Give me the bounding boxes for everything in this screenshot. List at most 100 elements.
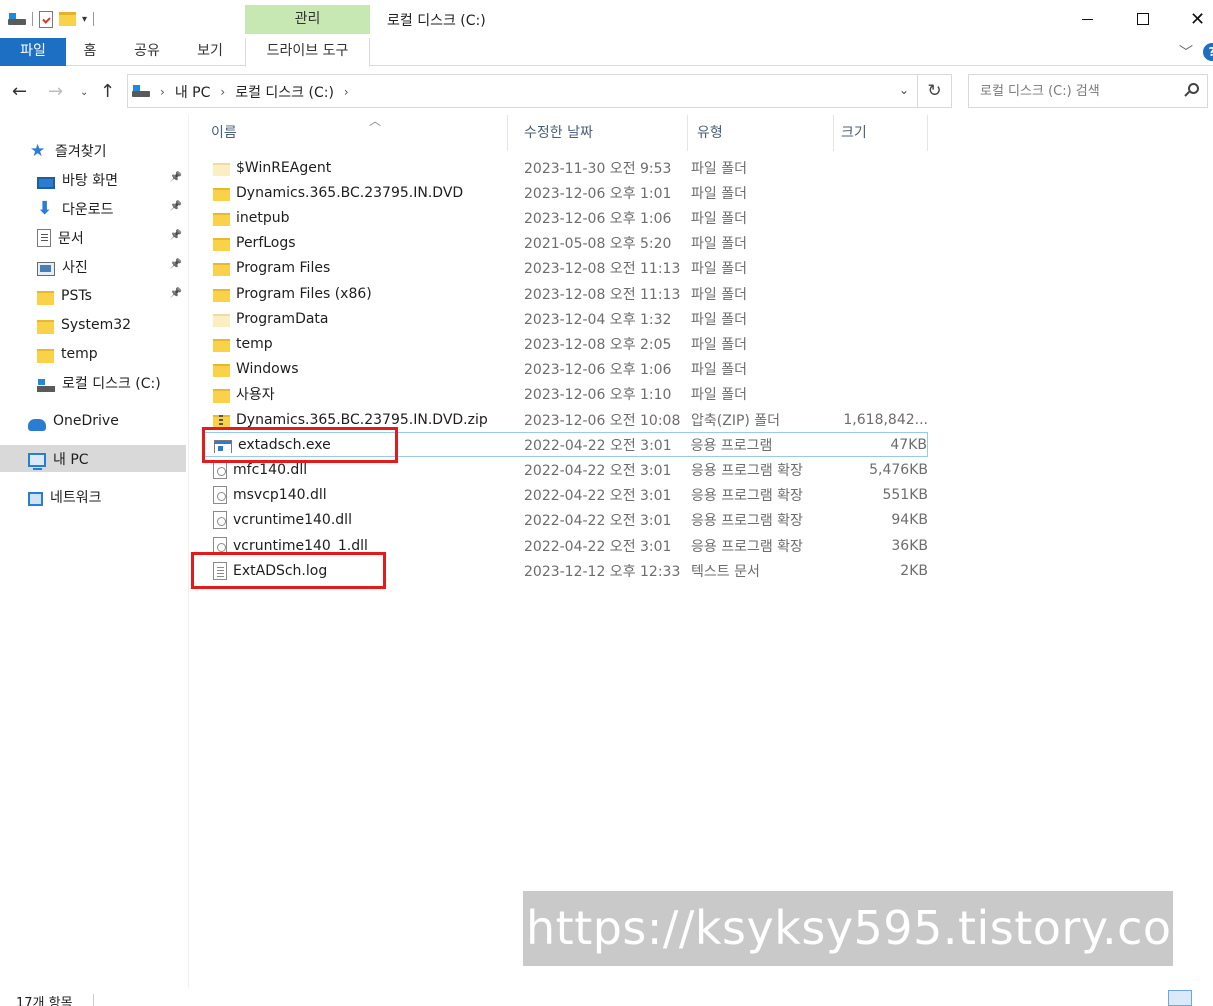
recent-locations-button[interactable]: ⌄ (80, 87, 88, 98)
tab-file[interactable]: 파일 (0, 38, 66, 66)
file-name: Program Files (236, 260, 331, 277)
file-type: 파일 폴더 (691, 210, 747, 227)
file-size: 36KB (891, 537, 928, 554)
properties-icon[interactable] (39, 10, 53, 28)
file-row[interactable]: PerfLogs 2021-05-08 오후 5:20 파일 폴더 (203, 231, 928, 256)
column-header-name[interactable]: ︿ 이름 (203, 114, 508, 151)
expand-ribbon-icon[interactable]: ﹀ (1179, 42, 1193, 62)
minimize-button[interactable] (1060, 0, 1115, 38)
column-header-type[interactable]: 유형 (689, 115, 834, 151)
nav-item[interactable]: 로컬 디스크 (C:) (0, 369, 186, 396)
details-view-button[interactable] (1168, 990, 1192, 1006)
maximize-button[interactable] (1115, 0, 1170, 38)
star-icon: ★ (30, 140, 46, 161)
window-title: 로컬 디스크 (C:) (387, 13, 486, 29)
file-date: 2023-11-30 오전 9:53 (524, 160, 672, 177)
help-button[interactable]: ? (1203, 43, 1213, 61)
file-date: 2022-04-22 오전 3:01 (524, 488, 672, 505)
file-name: inetpub (236, 209, 290, 226)
download-icon: ⬇ (37, 197, 53, 219)
file-type: 파일 폴더 (691, 236, 747, 253)
nav-item[interactable]: 문서 📌 (0, 224, 186, 251)
tab-home[interactable]: 홈 (72, 38, 108, 66)
nav-item[interactable]: PSTs 📌 (0, 282, 186, 309)
back-button[interactable]: ← (12, 81, 27, 102)
chevron-right-icon[interactable]: › (344, 85, 349, 99)
forward-button[interactable]: → (48, 81, 63, 102)
nav-network[interactable]: 네트워크 (0, 483, 186, 510)
network-icon (28, 491, 43, 506)
column-header-date[interactable]: 수정한 날짜 (516, 115, 688, 151)
title-bar: ▾ 관리 로컬 디스크 (C:) ✕ (0, 0, 1213, 38)
file-row[interactable]: Program Files 2023-12-08 오전 11:13 파일 폴더 (203, 256, 928, 281)
file-row[interactable]: ProgramData 2023-12-04 오후 1:32 파일 폴더 (203, 306, 928, 331)
nav-quick-access[interactable]: ★ 즐겨찾기 (0, 137, 186, 164)
nav-item[interactable]: 바탕 화면 📌 (0, 166, 186, 193)
nav-label: 로컬 디스크 (C:) (62, 375, 161, 392)
column-header-size[interactable]: 크기 (833, 115, 928, 151)
file-name-cell: $WinREAgent (203, 160, 516, 176)
new-folder-icon[interactable] (59, 12, 76, 26)
tab-drive-tools[interactable]: 드라이브 도구 (245, 38, 370, 67)
file-name: PerfLogs (236, 235, 296, 252)
nav-item[interactable]: ⬇ 다운로드 📌 (0, 195, 186, 222)
file-type: 파일 폴더 (691, 387, 747, 404)
file-name: mfc140.dll (233, 461, 308, 478)
status-bar: 17개 항목 (0, 988, 1213, 1006)
nav-label: 즐겨찾기 (55, 143, 107, 160)
search-icon[interactable] (1184, 83, 1199, 98)
file-type: 응용 프로그램 확장 (691, 488, 803, 505)
dll-icon (213, 486, 227, 505)
breadcrumb-item-local-disk[interactable]: 로컬 디스크 (C:) (235, 82, 334, 102)
tab-view[interactable]: 보기 (188, 38, 232, 66)
file-row[interactable]: temp 2023-12-08 오후 2:05 파일 폴더 (203, 331, 928, 356)
file-row[interactable]: Dynamics.365.BC.23795.IN.DVD 2023-12-06 오… (203, 180, 928, 205)
address-history-dropdown[interactable]: ⌄ (899, 83, 909, 97)
file-row[interactable]: 사용자 2023-12-06 오후 1:10 파일 폴더 (203, 382, 928, 407)
drive-icon (132, 85, 150, 97)
file-row[interactable]: msvcp140.dll 2022-04-22 오전 3:01 응용 프로그램 확장… (203, 483, 928, 508)
file-row[interactable]: Program Files (x86) 2023-12-08 오전 11:13 파일… (203, 281, 928, 306)
file-date: 2022-04-22 오전 3:01 (524, 513, 672, 530)
file-row[interactable]: Windows 2023-12-06 오후 1:06 파일 폴더 (203, 357, 928, 382)
file-date: 2023-12-04 오후 1:32 (524, 311, 672, 328)
nav-item[interactable]: System32 (0, 311, 186, 338)
watermark: https://ksyksy595.tistory.com (523, 891, 1173, 966)
address-bar[interactable]: › 내 PC › 로컬 디스크 (C:) › ⌄ (127, 74, 918, 108)
file-date: 2022-04-22 오전 3:01 (524, 437, 672, 454)
large-icons-view-button[interactable] (1196, 990, 1213, 1006)
chevron-right-icon[interactable]: › (160, 85, 165, 99)
folder-icon-pale (213, 313, 230, 327)
up-button[interactable]: ↑ (100, 81, 115, 102)
nav-onedrive[interactable]: OneDrive (0, 407, 186, 434)
nav-item[interactable]: 사진 📌 (0, 253, 186, 280)
file-date: 2022-04-22 오전 3:01 (524, 538, 672, 555)
file-row[interactable]: vcruntime140.dll 2022-04-22 오전 3:01 응용 프로그… (203, 508, 928, 533)
file-name-cell: Program Files (203, 260, 516, 277)
file-row[interactable]: inetpub 2023-12-06 오후 1:06 파일 폴더 (203, 205, 928, 230)
refresh-button[interactable]: ↻ (918, 74, 952, 108)
customize-toolbar-icon[interactable]: ▾ (82, 14, 87, 25)
search-input[interactable] (969, 75, 1169, 107)
breadcrumb: › 내 PC › 로컬 디스크 (C:) › (160, 82, 349, 102)
breadcrumb-item-this-pc[interactable]: 내 PC (175, 82, 211, 102)
file-name: Dynamics.365.BC.23795.IN.DVD (236, 184, 464, 201)
tab-share[interactable]: 공유 (124, 38, 170, 66)
file-size: 2KB (900, 562, 928, 579)
folder-icon (213, 187, 230, 201)
pictures-icon (37, 261, 55, 276)
chevron-right-icon[interactable]: › (220, 85, 225, 99)
annotation-highlight-box (191, 552, 386, 589)
search-box[interactable] (968, 74, 1208, 108)
file-type: 파일 폴더 (691, 261, 747, 278)
file-name: temp (236, 335, 273, 352)
nav-this-pc[interactable]: 내 PC (0, 445, 186, 472)
file-size: 5,476KB (869, 461, 928, 478)
ribbon-tabs: 파일 홈 공유 보기 드라이브 도구 ﹀ ? (0, 38, 1213, 67)
close-button[interactable]: ✕ (1170, 0, 1213, 38)
sort-ascending-icon: ︿ (369, 114, 382, 128)
file-date: 2023-12-06 오후 1:01 (524, 185, 672, 202)
nav-item[interactable]: temp (0, 340, 186, 367)
file-row[interactable]: $WinREAgent 2023-11-30 오전 9:53 파일 폴더 (203, 155, 928, 180)
file-date: 2023-12-12 오후 12:33 (524, 563, 681, 580)
